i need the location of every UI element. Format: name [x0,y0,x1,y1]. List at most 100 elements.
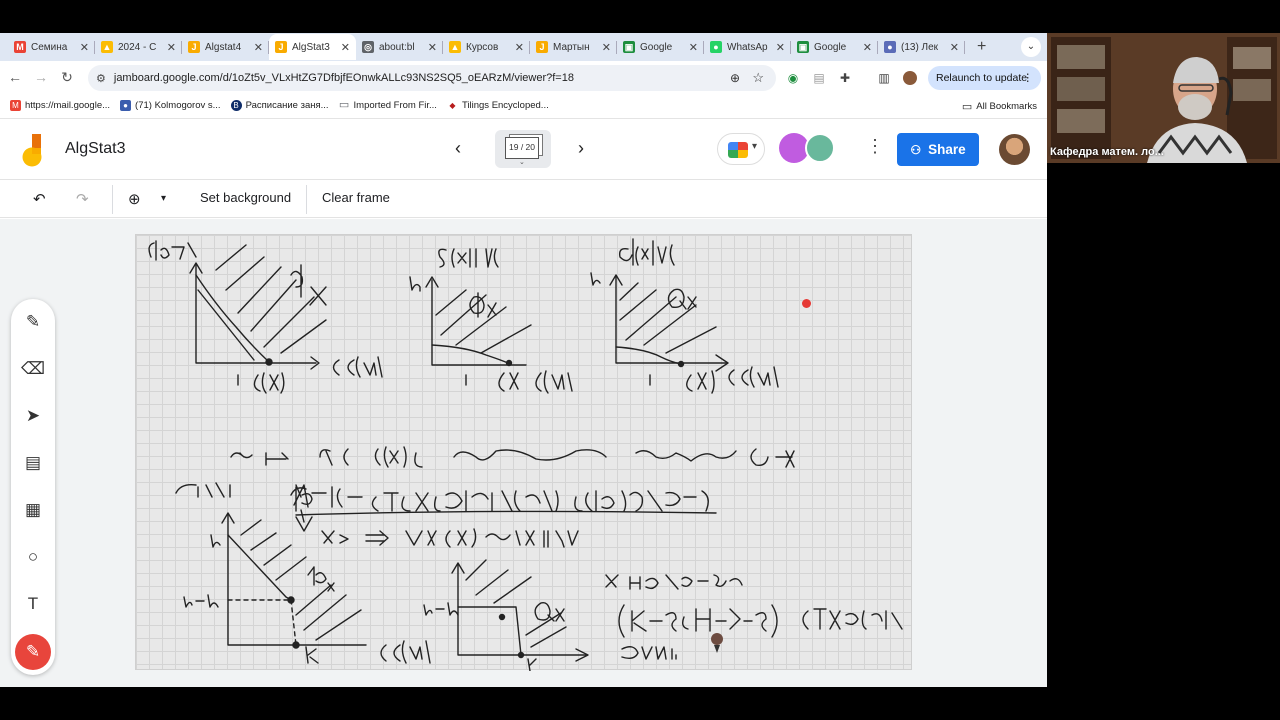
bookmark-item[interactable]: ▭ Imported From Fir... [338,99,437,112]
bookmark-item[interactable]: B Расписание заня... [230,100,329,111]
bookmark-label: Расписание заня... [245,100,329,111]
address-bar[interactable]: ⚙ jamboard.google.com/d/1oZt5v_VLxHtZG7D… [88,65,776,91]
collaborator-avatar[interactable] [805,133,835,163]
ink-stroke [465,370,573,394]
next-frame-chevron-icon[interactable]: › [578,138,584,159]
tab-6[interactable]: J Мартын ✕ [530,34,617,60]
set-background-button[interactable]: Set background [200,190,291,205]
select-tool-icon[interactable]: ➤ [11,396,55,436]
folder-icon: ▭ [961,101,973,113]
tab-1[interactable]: ▲ 2024 - С ✕ [95,34,182,60]
tab-label: AlgStat3 [292,41,330,53]
tab-0[interactable]: M Семина ✕ [8,34,95,60]
side-panel-icon[interactable]: ▥ [877,71,891,85]
forward-arrow-icon[interactable]: → [28,69,54,85]
close-tab-icon[interactable]: ✕ [602,41,611,54]
ink-dot [265,358,273,366]
laser-tool-icon[interactable]: ✎ [15,634,51,670]
close-tab-icon[interactable]: ✕ [341,41,350,54]
relaunch-label: Relaunch to update [936,72,1028,84]
gmail-icon: M [10,100,21,111]
tool-sidebar: ✎ ⌫ ➤ ▤ ▦ ○ T ✎ [11,299,55,675]
text-box-tool-icon[interactable]: T [11,584,55,624]
undo-icon[interactable]: ↶ [33,190,46,208]
ink-stroke [618,604,778,638]
tab-label: Algstat4 [205,41,242,53]
back-arrow-icon[interactable]: ← [2,69,28,85]
grammarly-extension-icon[interactable]: ◉ [786,71,800,85]
close-tab-icon[interactable]: ✕ [863,41,872,54]
ink-stroke [332,356,383,378]
close-tab-icon[interactable]: ✕ [689,41,698,54]
share-people-icon: ⚇ [910,142,922,157]
more-options-icon[interactable]: ⋮ [866,136,884,157]
close-tab-icon[interactable]: ✕ [950,41,959,54]
frame-picker-button[interactable]: 19 / 20 ⌄ [495,130,551,168]
profile-avatar[interactable] [903,71,917,85]
chevron-down-icon[interactable]: ▾ [161,193,166,204]
relaunch-button[interactable]: Relaunch to update ⋮ [928,66,1041,90]
jamboard-icon: J [275,41,287,53]
ink-stroke [605,574,743,590]
tab-search-icon[interactable]: ⌄ [1021,37,1041,57]
jamboard-toolbar: ↶ ↷ ⊕ ▾ Set background Clear frame [0,180,1047,218]
ink-stroke [527,658,537,671]
tab-2[interactable]: J Algstat4 ✕ [182,34,269,60]
bookmark-item[interactable]: Mhttps://mail.google... [10,100,110,111]
toolbar-divider [306,185,307,214]
ink-stroke [618,238,675,266]
jamboard-logo-icon[interactable] [22,134,46,168]
ink-dot [505,359,513,367]
jamboard-icon: J [536,41,548,53]
close-tab-icon[interactable]: ✕ [428,41,437,54]
whiteboard-frame[interactable] [135,234,912,671]
tab-5[interactable]: ▲ Курсов ✕ [443,34,530,60]
close-tab-icon[interactable]: ✕ [254,41,263,54]
pen-tool-icon[interactable]: ✎ [11,302,55,342]
tab-3-active[interactable]: J AlgStat3 ✕ [269,34,356,60]
drive-icon: ▲ [449,41,461,53]
tab-label: Google [814,41,847,53]
sticky-note-tool-icon[interactable]: ▤ [11,443,55,483]
ink-stroke [453,448,795,468]
tab-4[interactable]: ◎ about:bl ✕ [356,34,443,60]
reload-icon[interactable]: ↻ [54,69,80,86]
bookmark-item[interactable]: ● (71) Kolmogorov s... [120,100,221,111]
zoom-icon[interactable]: ⊕ [730,71,740,85]
close-tab-icon[interactable]: ✕ [80,41,89,54]
tab-8[interactable]: ● WhatsAp ✕ [704,34,791,60]
document-title[interactable]: AlgStat3 [65,140,125,158]
tab-label: WhatsAp [727,41,768,53]
tab-7[interactable]: ▣ Google ✕ [617,34,704,60]
zoom-icon[interactable]: ⊕ [128,190,141,208]
site-info-icon[interactable]: ⚙ [96,72,106,85]
all-bookmarks-button[interactable]: ▭ All Bookmarks [962,100,1037,113]
ink-stroke [574,490,709,512]
pencil-cursor-icon [711,633,723,653]
folder-icon: ▭ [338,99,350,111]
user-avatar[interactable] [999,134,1030,165]
close-tab-icon[interactable]: ✕ [776,41,785,54]
bookmark-item[interactable]: ◆ Tilings Encycloped... [447,100,548,111]
close-tab-icon[interactable]: ✕ [167,41,176,54]
extension-icon[interactable]: ▤ [812,71,826,85]
drive-icon: ▲ [101,41,113,53]
close-tab-icon[interactable]: ✕ [515,41,524,54]
ink-stroke [237,372,285,394]
previous-frame-chevron-icon[interactable]: ‹ [455,138,461,159]
circle-shape-tool-icon[interactable]: ○ [11,537,55,577]
puzzle-extensions-icon[interactable]: ✚ [838,71,852,85]
tab-label: Google [640,41,673,53]
share-button[interactable]: ⚇ Share [897,133,979,166]
clear-frame-button[interactable]: Clear frame [322,190,390,205]
tab-10[interactable]: ● (13) Лек ✕ [878,34,965,60]
bookmark-star-icon[interactable]: ☆ [752,70,764,86]
image-tool-icon[interactable]: ▦ [11,490,55,530]
eraser-tool-icon[interactable]: ⌫ [11,349,55,389]
tab-9[interactable]: ▣ Google ✕ [791,34,878,60]
ink-stroke [423,602,459,616]
new-tab-button[interactable]: + [977,38,986,56]
kebab-menu-icon: ⋮ [1022,72,1034,84]
redo-icon[interactable]: ↷ [76,190,89,208]
meet-button[interactable]: ▾ [717,133,765,165]
